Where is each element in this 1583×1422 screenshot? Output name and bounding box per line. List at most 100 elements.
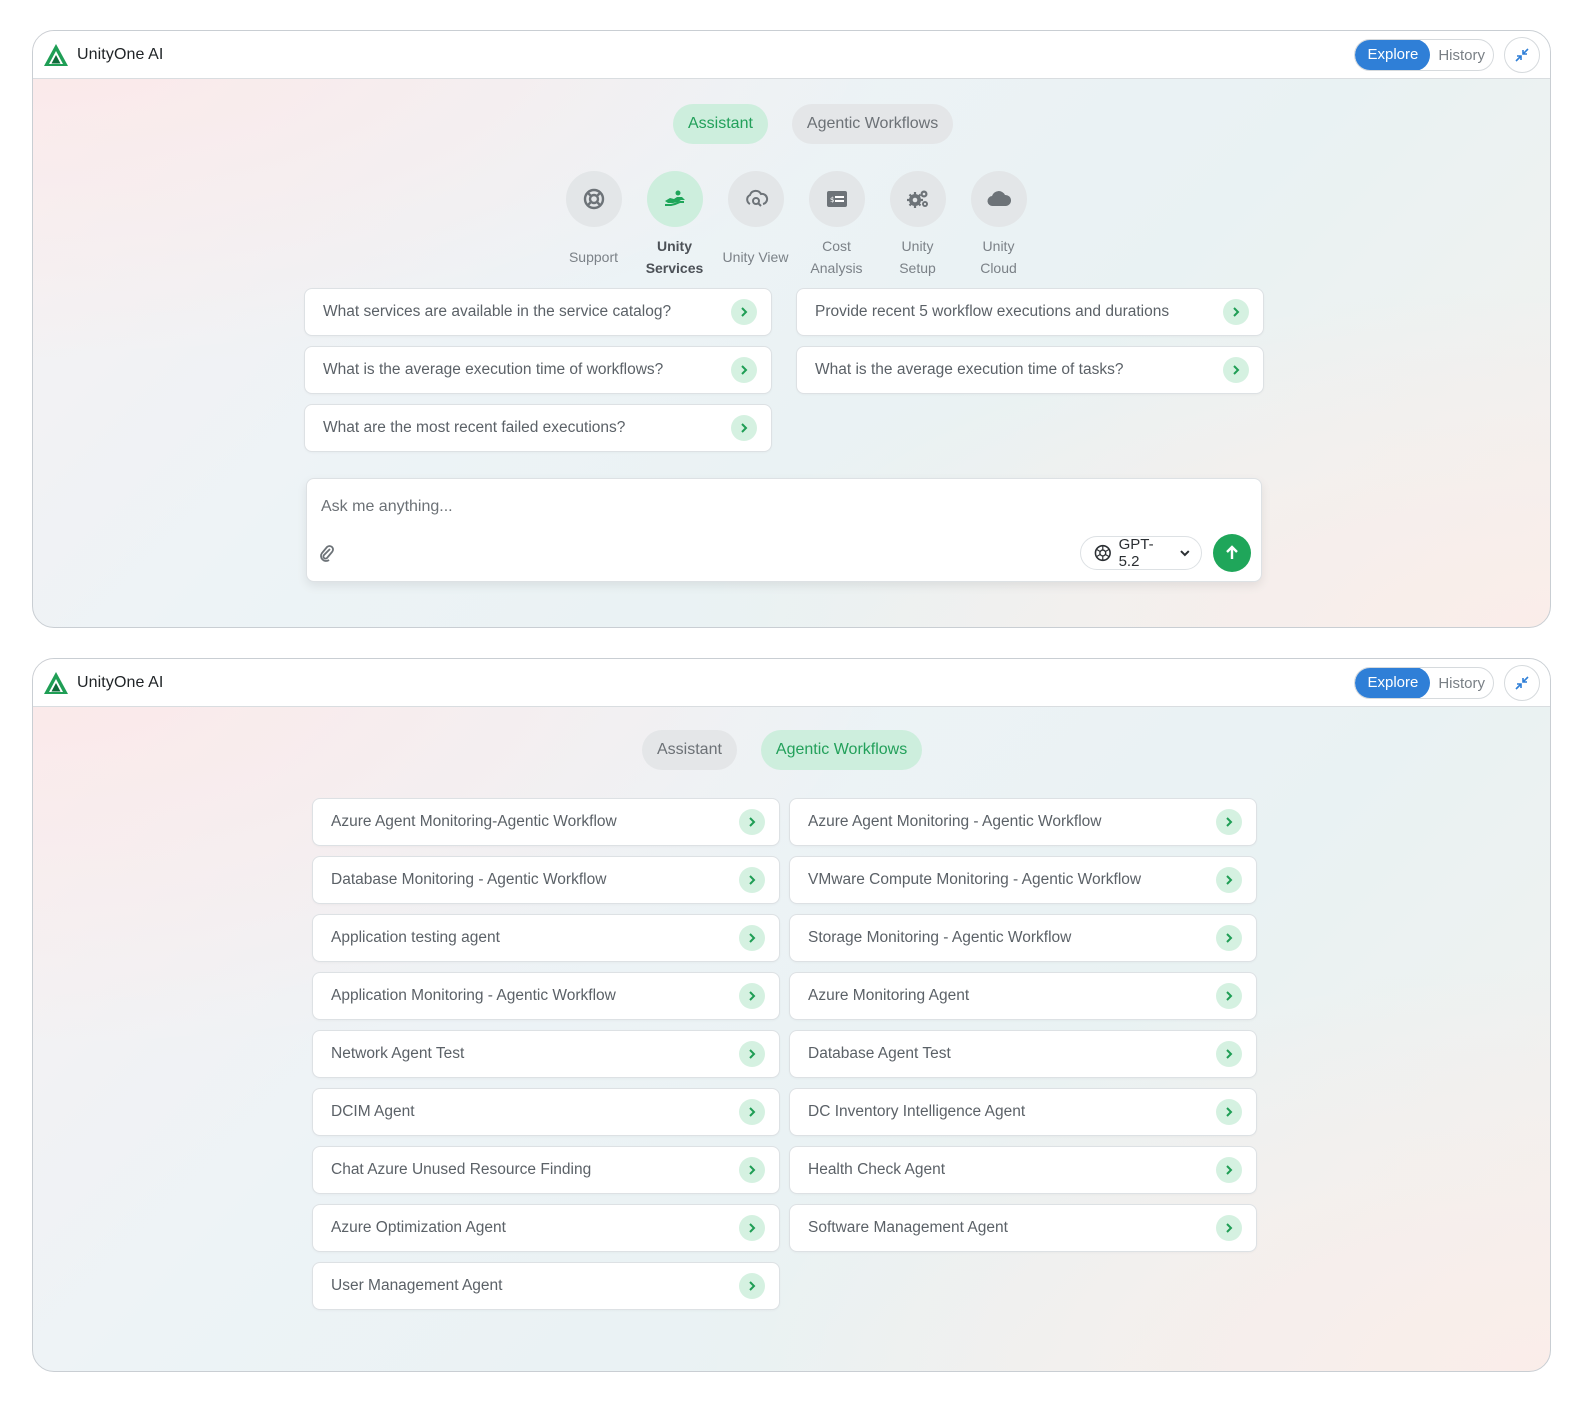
category-label: Cost: [822, 238, 851, 254]
gears-icon: [906, 190, 928, 208]
suggestion-card[interactable]: What is the average execution time of ta…: [796, 346, 1264, 394]
workflow-card[interactable]: Azure Monitoring Agent: [789, 972, 1257, 1020]
explore-button[interactable]: Explore: [1355, 40, 1431, 70]
workflow-name: Database Agent Test: [808, 1045, 951, 1062]
workflow-name: Azure Agent Monitoring-Agentic Workflow: [331, 813, 617, 830]
chevron-right-icon: [1216, 867, 1242, 893]
chevron-right-icon: [739, 1273, 765, 1299]
workflow-card[interactable]: Azure Agent Monitoring - Agentic Workflo…: [789, 798, 1257, 846]
chevron-right-icon: [739, 925, 765, 951]
history-button[interactable]: History: [1430, 47, 1493, 64]
unityone-logo-icon: [44, 671, 68, 694]
category-label: Unity: [656, 238, 692, 254]
workflow-card[interactable]: Storage Monitoring - Agentic Workflow: [789, 914, 1257, 962]
tab-assistant[interactable]: Assistant: [642, 730, 737, 770]
suggestion-card[interactable]: What are the most recent failed executio…: [304, 404, 772, 452]
cloud-search-icon: [745, 189, 768, 207]
chat-input[interactable]: [307, 479, 1261, 535]
workflow-card[interactable]: Health Check Agent: [789, 1146, 1257, 1194]
workflow-card[interactable]: DCIM Agent: [312, 1088, 780, 1136]
collapse-button[interactable]: [1504, 37, 1540, 73]
view-toggle: Explore History: [1354, 39, 1494, 71]
category-label: Services: [645, 260, 704, 276]
collapse-button[interactable]: [1504, 665, 1540, 701]
category-unity-view[interactable]: Unity View: [715, 171, 796, 279]
workflow-card[interactable]: Azure Agent Monitoring-Agentic Workflow: [312, 798, 780, 846]
suggestion-text: What is the average execution time of ta…: [815, 361, 1124, 378]
workflow-name: User Management Agent: [331, 1277, 503, 1294]
tab-agentic-workflows[interactable]: Agentic Workflows: [791, 104, 954, 144]
category-label: Unity: [982, 238, 1015, 254]
model-selector[interactable]: GPT-5.2: [1080, 536, 1202, 570]
chevron-right-icon: [1223, 299, 1249, 325]
workflow-name: VMware Compute Monitoring - Agentic Work…: [808, 871, 1142, 888]
suggestion-card[interactable]: Provide recent 5 workflow executions and…: [796, 288, 1264, 336]
chat-composer: GPT-5.2: [306, 478, 1262, 582]
category-cost-analysis[interactable]: $ Cost Analysis: [796, 171, 877, 279]
suggestion-card[interactable]: What services are available in the servi…: [304, 288, 772, 336]
send-button[interactable]: [1213, 534, 1251, 572]
tab-assistant[interactable]: Assistant: [673, 104, 768, 144]
workflow-card[interactable]: User Management Agent: [312, 1262, 780, 1310]
workflow-card[interactable]: DC Inventory Intelligence Agent: [789, 1088, 1257, 1136]
chevron-right-icon: [731, 415, 757, 441]
chevron-right-icon: [1223, 357, 1249, 383]
agentic-workflows-panel: UnityOne AI Explore History Assistant Ag…: [32, 658, 1551, 1372]
chevron-right-icon: [1216, 809, 1242, 835]
workflow-card[interactable]: Database Monitoring - Agentic Workflow: [312, 856, 780, 904]
workflow-card[interactable]: Database Agent Test: [789, 1030, 1257, 1078]
category-label: Support: [568, 249, 619, 265]
chevron-right-icon: [739, 1099, 765, 1125]
workflow-name: DC Inventory Intelligence Agent: [808, 1103, 1026, 1120]
collapse-icon: [1515, 676, 1529, 690]
mode-tabs: Assistant Agentic Workflows: [673, 104, 954, 144]
handshake-icon: [664, 190, 685, 206]
cloud-icon: [986, 191, 1011, 207]
lifebuoy-icon: [583, 188, 604, 210]
brand: UnityOne AI: [43, 43, 163, 67]
workflow-card[interactable]: Chat Azure Unused Resource Finding: [312, 1146, 780, 1194]
header-bar: UnityOne AI Explore History: [33, 659, 1550, 707]
workflow-card[interactable]: VMware Compute Monitoring - Agentic Work…: [789, 856, 1257, 904]
category-unity-cloud[interactable]: Unity Cloud: [958, 171, 1039, 279]
chevron-right-icon: [731, 299, 757, 325]
model-name: GPT-5.2: [1118, 536, 1154, 570]
suggestion-card[interactable]: What is the average execution time of wo…: [304, 346, 772, 394]
category-label: Cloud: [980, 260, 1017, 276]
chevron-down-icon: [1180, 550, 1190, 557]
workflow-name: DCIM Agent: [331, 1103, 415, 1120]
chevron-right-icon: [739, 867, 765, 893]
workflow-card[interactable]: Application Monitoring - Agentic Workflo…: [312, 972, 780, 1020]
workflow-name: Database Monitoring - Agentic Workflow: [331, 871, 607, 888]
chevron-right-icon: [1216, 1099, 1242, 1125]
category-unity-services[interactable]: Unity Services: [634, 171, 715, 279]
category-support[interactable]: Support: [553, 171, 634, 279]
header-bar: UnityOne AI Explore History: [33, 31, 1550, 79]
workflow-card[interactable]: Application testing agent: [312, 914, 780, 962]
arrow-up-icon: [1226, 545, 1238, 559]
unityone-logo-icon: [44, 43, 68, 66]
category-unity-setup[interactable]: Unity Setup: [877, 171, 958, 279]
mode-tabs: Assistant Agentic Workflows: [642, 730, 923, 770]
explore-button[interactable]: Explore: [1355, 668, 1431, 698]
workflow-card[interactable]: Network Agent Test: [312, 1030, 780, 1078]
workflow-name: Health Check Agent: [808, 1161, 946, 1178]
workflow-name: Application Monitoring - Agentic Workflo…: [331, 987, 616, 1004]
billing-icon: $: [826, 191, 847, 207]
app-title: UnityOne AI: [77, 673, 164, 691]
paperclip-icon[interactable]: [317, 543, 337, 563]
tab-agentic-workflows[interactable]: Agentic Workflows: [760, 730, 923, 770]
suggestion-text: Provide recent 5 workflow executions and…: [815, 303, 1170, 320]
workflow-card[interactable]: Software Management Agent: [789, 1204, 1257, 1252]
chevron-right-icon: [739, 1157, 765, 1183]
brand: UnityOne AI: [43, 671, 163, 695]
workflow-card[interactable]: Azure Optimization Agent: [312, 1204, 780, 1252]
history-button[interactable]: History: [1430, 675, 1493, 692]
chevron-right-icon: [731, 357, 757, 383]
workflow-name: Chat Azure Unused Resource Finding: [331, 1161, 592, 1178]
workflow-name: Software Management Agent: [808, 1219, 1008, 1236]
collapse-icon: [1515, 48, 1529, 62]
category-bar: Support Unity Services Unity View $ Cost…: [553, 171, 1039, 279]
workflow-name: Azure Agent Monitoring - Agentic Workflo…: [808, 813, 1102, 830]
chevron-right-icon: [1216, 983, 1242, 1009]
